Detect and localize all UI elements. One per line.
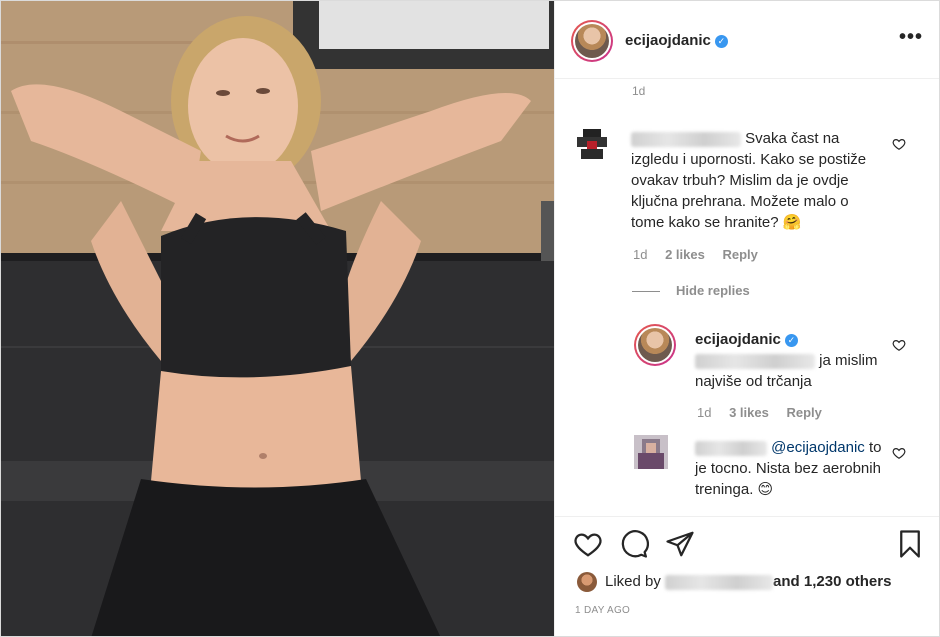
blurred-liker-username bbox=[665, 574, 774, 590]
instagram-post-window: ecijaojdanic ✓ ••• 1d Svaka čast na izgle… bbox=[0, 0, 940, 637]
divider-line bbox=[632, 291, 660, 293]
reply-first: ecijaojdanic ✓ ja mislim najviše od trčan… bbox=[695, 329, 885, 392]
author-username[interactable]: ecijaojdanic ✓ bbox=[625, 32, 728, 49]
reply-button[interactable]: Reply bbox=[786, 405, 821, 420]
author-avatar[interactable] bbox=[571, 20, 613, 62]
reply-likes[interactable]: 3 likes bbox=[729, 405, 769, 420]
post-side-panel: ecijaojdanic ✓ ••• 1d Svaka čast na izgle… bbox=[554, 1, 939, 636]
reply-button[interactable]: Reply bbox=[722, 247, 757, 262]
reply-commenter-avatar[interactable] bbox=[634, 435, 668, 469]
comment-timestamp: 1d bbox=[632, 84, 646, 98]
comment-first: Svaka čast na izgledu i upornosti. Kako … bbox=[631, 128, 881, 233]
comment-meta: 1d 2 likes Reply bbox=[633, 247, 772, 262]
blurred-username bbox=[631, 131, 741, 147]
liker-avatar[interactable] bbox=[577, 572, 597, 592]
post-photo[interactable] bbox=[1, 1, 554, 636]
liked-by-text: Liked by and 1,230 others bbox=[605, 573, 892, 590]
reply-meta: 1d 3 likes Reply bbox=[697, 405, 836, 420]
heart-icon[interactable] bbox=[573, 529, 603, 559]
bookmark-icon[interactable] bbox=[895, 529, 925, 559]
post-age[interactable]: 1 DAY AGO bbox=[575, 605, 630, 616]
comment-likes[interactable]: 2 likes bbox=[665, 247, 705, 262]
commenter-avatar[interactable] bbox=[573, 125, 611, 163]
reply-second: @ecijaojdanic to je tocno. Nista bez aer… bbox=[695, 437, 895, 500]
like-comment-heart-icon[interactable] bbox=[892, 137, 906, 151]
post-header: ecijaojdanic ✓ ••• bbox=[555, 1, 939, 79]
hide-replies-button[interactable]: Hide replies bbox=[632, 283, 750, 298]
comments-list[interactable]: 1d Svaka čast na izgledu i upornosti. Ka… bbox=[555, 80, 939, 516]
like-reply-heart-icon[interactable] bbox=[892, 338, 906, 352]
comment-icon[interactable] bbox=[619, 529, 649, 559]
verified-badge-icon: ✓ bbox=[714, 34, 728, 48]
reply-author-username[interactable]: ecijaojdanic ✓ bbox=[695, 329, 885, 350]
mention-link[interactable]: @ecijaojdanic bbox=[771, 439, 865, 456]
likes-count-link[interactable]: and 1,230 others bbox=[773, 573, 891, 590]
post-photo-image bbox=[1, 1, 554, 636]
reply-time: 1d bbox=[697, 405, 712, 420]
blurred-mention bbox=[695, 353, 815, 369]
verified-badge-icon: ✓ bbox=[784, 333, 798, 347]
blurred-username bbox=[695, 440, 767, 456]
share-icon[interactable] bbox=[665, 529, 695, 559]
more-options-icon[interactable]: ••• bbox=[899, 27, 923, 47]
post-action-bar: Liked by and 1,230 others 1 DAY AGO bbox=[555, 516, 939, 636]
reply-author-avatar[interactable] bbox=[634, 324, 676, 366]
comment-time: 1d bbox=[633, 247, 648, 262]
like-reply-heart-icon[interactable] bbox=[892, 446, 906, 460]
